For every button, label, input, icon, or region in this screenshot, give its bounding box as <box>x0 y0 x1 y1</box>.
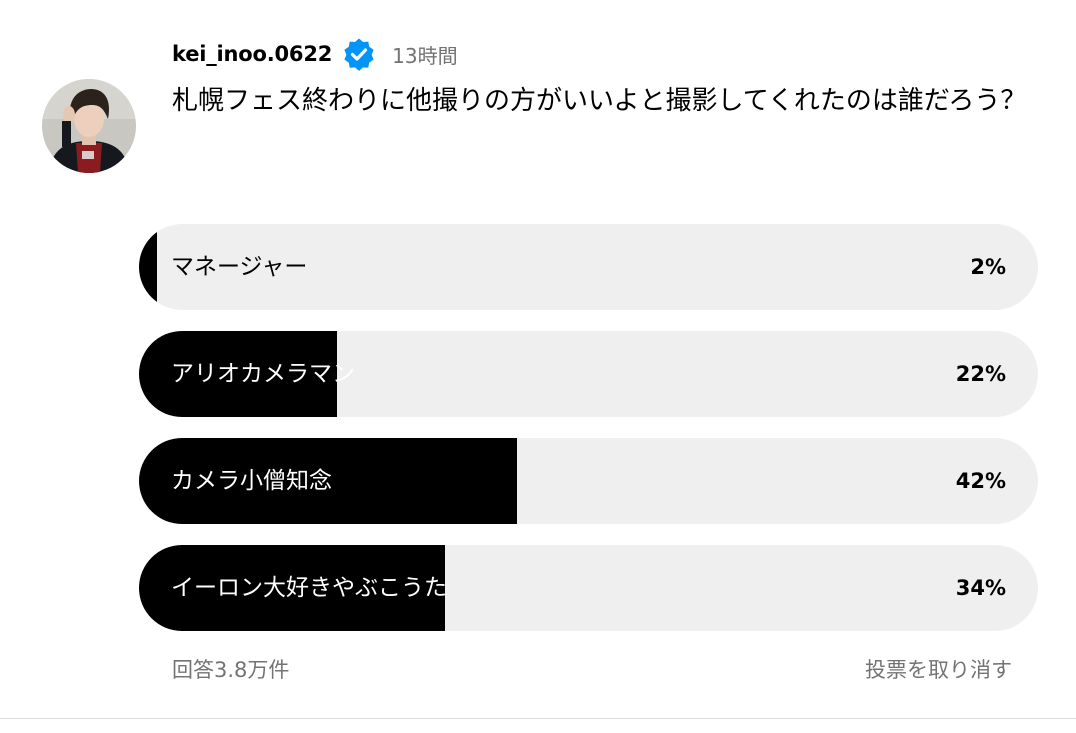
option-label: マネージャー <box>171 254 308 280</box>
option-label: イーロン大好きやぶこうた <box>171 575 447 601</box>
poll-question: 札幌フェス終わりに他撮りの方がいいよと撮影してくれたのは誰だろう？ <box>172 86 1027 116</box>
undo-vote-button[interactable]: 投票を取り消す <box>865 654 1012 684</box>
post-timestamp: 13時間 <box>392 43 458 68</box>
poll-option[interactable]: アリオカメラマン 22% <box>139 331 1038 417</box>
verified-badge-icon <box>342 37 376 71</box>
option-percent: 2% <box>970 255 1006 279</box>
poll-option[interactable]: イーロン大好きやぶこうた 34% <box>139 545 1038 631</box>
divider <box>0 718 1076 719</box>
poll-option[interactable]: カメラ小僧知念 42% <box>139 438 1038 524</box>
poll-footer: 回答3.8万件 投票を取り消す <box>172 654 1012 686</box>
post-header: kei_inoo.0622 13時間 <box>172 36 458 72</box>
option-label: カメラ小僧知念 <box>171 468 332 494</box>
profile-photo <box>42 79 136 173</box>
option-percent: 42% <box>955 469 1006 493</box>
avatar[interactable] <box>42 79 136 173</box>
response-count: 回答3.8万件 <box>172 658 290 682</box>
option-label: アリオカメラマン <box>171 361 355 387</box>
poll-post: kei_inoo.0622 13時間 札幌フェス終わりに他撮りの方がいいよと撮影… <box>0 0 1076 718</box>
option-fill-bar <box>139 224 157 310</box>
poll-options: マネージャー 2% アリオカメラマン 22% カメラ小僧知念 42% イーロン大… <box>139 224 1038 652</box>
option-percent: 34% <box>955 576 1006 600</box>
option-percent: 22% <box>955 362 1006 386</box>
poll-option[interactable]: マネージャー 2% <box>139 224 1038 310</box>
username[interactable]: kei_inoo.0622 <box>172 42 332 66</box>
